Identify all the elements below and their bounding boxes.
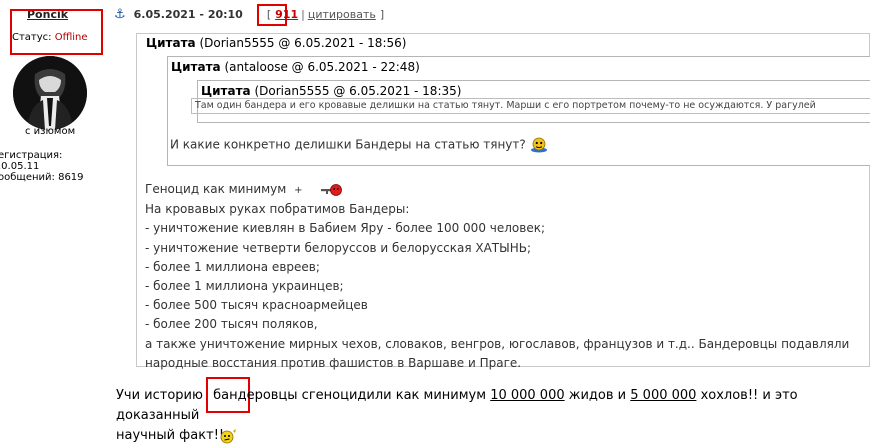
registration-date: .0.05.11: [0, 161, 40, 172]
plus-glyph: +: [294, 185, 303, 196]
cite-link[interactable]: цитировать: [308, 8, 376, 21]
body-line: - уничтожение четверти белоруссов и бело…: [145, 240, 532, 255]
anchor-icon[interactable]: ⚓: [114, 7, 126, 22]
posts-count: 8619: [58, 172, 84, 183]
avatar[interactable]: [13, 56, 87, 130]
avatar-caption: с изюмом: [25, 126, 76, 137]
reply-number: 10 000 000: [490, 388, 565, 403]
bracket-open: [: [266, 7, 272, 21]
post-datetime: 6.05.2021 - 20:10: [133, 7, 243, 21]
avatar-image: [13, 56, 87, 130]
user-stats: егистрация: .0.05.11 ообщений: 8619: [0, 150, 84, 183]
body-line: - более 1 миллиона украинцев;: [145, 279, 344, 294]
post-body: Учи историю бандеровцы сгеноцидили как м…: [116, 386, 856, 446]
quote-inner-title: Цитата (Dorian5555 @ 6.05.2021 - 18:35): [201, 84, 461, 98]
quote-meta: (Dorian5555 @ 6.05.2021 - 18:35): [254, 84, 462, 98]
body-line: - более 200 тысяч поляков,: [145, 317, 318, 332]
posts-label: ообщений:: [0, 172, 55, 183]
quote-inner-text: Там один бандера и его кровавые делишки …: [191, 98, 870, 114]
thinking-smiley-icon: [530, 137, 547, 153]
body-line: На кровавых руках побратимов Бандеры:: [145, 202, 410, 217]
separator: |: [301, 7, 305, 21]
quote-middle-title: Цитата (antaloose @ 6.05.2021 - 22:48): [171, 60, 420, 74]
quote-label: Цитата: [201, 84, 251, 98]
reply-text: научный факт!!: [116, 428, 225, 443]
body-line: а также уничтожение мирных чехов, словак…: [145, 336, 850, 351]
quote-middle-text: И какие конкретно делишки Бандеры на ста…: [170, 137, 548, 153]
quote-outer-title: Цитата (Dorian5555 @ 6.05.2021 - 18:56): [146, 36, 406, 50]
quote-label: Цитата: [146, 36, 196, 50]
quote-label: Цитата: [171, 60, 221, 74]
body-line: - более 500 тысяч красноармейцев: [145, 298, 368, 313]
quote-middle-sentence: И какие конкретно делишки Бандеры на ста…: [170, 137, 526, 152]
confused-smiley-icon: [220, 428, 237, 443]
bracket-close: ]: [379, 7, 385, 21]
quote-outer: Цитата (Dorian5555 @ 6.05.2021 - 18:56) …: [136, 33, 870, 370]
post-number-link[interactable]: 911: [275, 8, 298, 21]
highlight-box-user: [10, 9, 103, 55]
quote-meta: (antaloose @ 6.05.2021 - 22:48): [224, 60, 420, 74]
quote-meta: (Dorian5555 @ 6.05.2021 - 18:56): [199, 36, 407, 50]
body-line: - более 1 миллиона евреев;: [145, 259, 320, 274]
body-line-text: Геноцид как минимум: [145, 182, 287, 196]
user-sidebar: Poncik Статус: Offline с изюмом егистрац…: [0, 0, 108, 440]
quote-outer-body: Геноцид как минимум + На кровавых руках …: [145, 180, 870, 373]
reply-number: 5 000 000: [630, 388, 697, 403]
post-header: ⚓ 6.05.2021 - 20:10 [ 911 | цитировать ]: [114, 4, 870, 24]
reply-text: жидов и: [568, 388, 627, 403]
reply-text: Учи историю: [116, 388, 203, 403]
quote-middle: Цитата (antaloose @ 6.05.2021 - 22:48) Ц…: [167, 56, 870, 166]
body-line: - уничтожение киевлян в Бабием Яру - бол…: [145, 221, 545, 236]
reply-text: бандеровцы сгеноцидили как минимум: [213, 388, 487, 403]
body-line: Геноцид как минимум +: [145, 180, 870, 200]
registration-label: егистрация:: [0, 150, 63, 161]
body-line: народные восстания против фашистов в Вар…: [145, 355, 522, 370]
gun-smiley-icon: [321, 183, 343, 196]
